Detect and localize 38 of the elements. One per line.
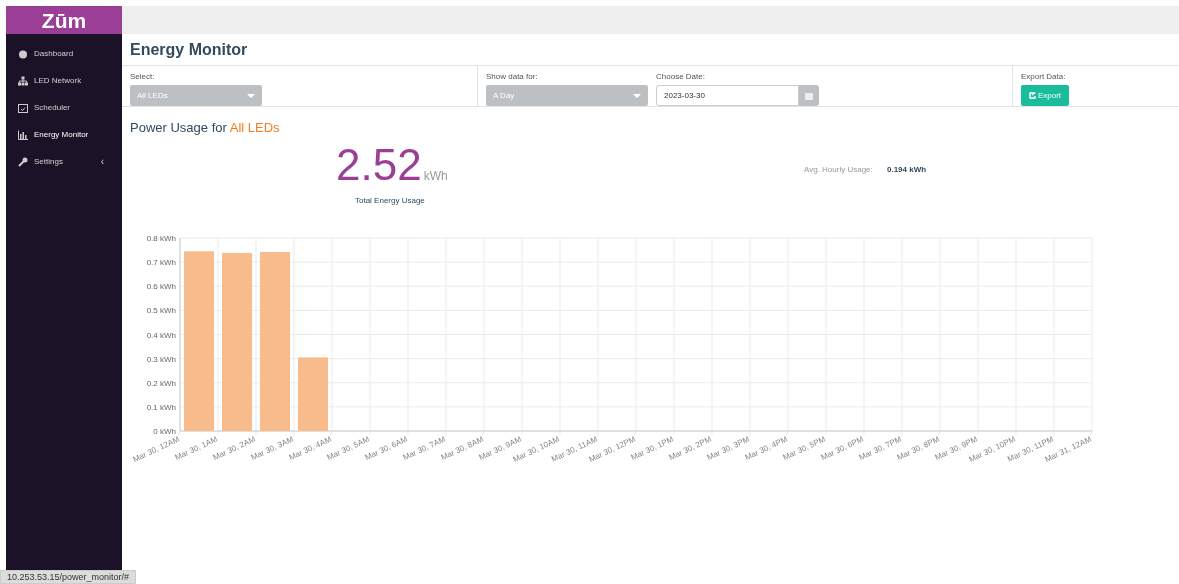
network-icon <box>18 75 28 86</box>
nav-item[interactable]: Settings ‹ <box>6 148 122 175</box>
axis-tick-label: 0.7 kWh <box>146 258 176 268</box>
axis-tick-label: 0.3 kWh <box>146 354 176 364</box>
avg-usage-label: Avg. Hourly Usage: <box>804 164 873 176</box>
axis-tick-label: 0.8 kWh <box>146 234 176 243</box>
caret-icon <box>633 93 641 98</box>
section-title: Power Usage for All LEDs <box>130 120 280 135</box>
axis-tick-label: 0.6 kWh <box>146 282 176 292</box>
axis-tick-label: 0.1 kWh <box>146 402 176 412</box>
axis-tick-label: 0.2 kWh <box>146 378 176 388</box>
field-label: Show data for: <box>486 71 539 83</box>
nav-item[interactable]: LED Network <box>6 67 122 94</box>
status-url: 10.253.53.15/power_monitor/# <box>0 570 137 584</box>
caret-icon: ‹ <box>100 154 104 169</box>
gauge-icon <box>18 48 28 59</box>
calendar-icon <box>805 91 813 100</box>
calendar-button[interactable] <box>799 85 819 106</box>
total-energy-value: 2.52 <box>336 143 422 187</box>
nav-item[interactable]: Scheduler <box>6 94 122 121</box>
page-title: Energy Monitor <box>130 39 248 60</box>
caret-icon <box>247 93 255 98</box>
unit-label: kWh <box>423 168 448 185</box>
nav-item[interactable]: Dashboard <box>6 40 122 67</box>
field-label: Choose Date: <box>656 71 706 83</box>
date-field[interactable]: 2023-03-30 <box>656 85 799 106</box>
export-icon <box>1028 92 1036 99</box>
logo[interactable]: Zūm <box>41 9 87 31</box>
total-energy-label: Total Energy Usage <box>355 195 425 207</box>
wrench-icon <box>18 156 28 167</box>
axis-tick-label: 0 kWh <box>153 427 176 436</box>
field-label: Select: <box>130 71 156 83</box>
axis-tick-label: 0.5 kWh <box>146 306 176 316</box>
axis-tick-label: 0.4 kWh <box>146 330 176 340</box>
bar-chart-icon <box>18 129 28 140</box>
calendar-icon <box>18 102 28 113</box>
field-label: Export Data: <box>1021 71 1067 83</box>
avg-usage-value: 0.194 kWh <box>887 164 927 176</box>
